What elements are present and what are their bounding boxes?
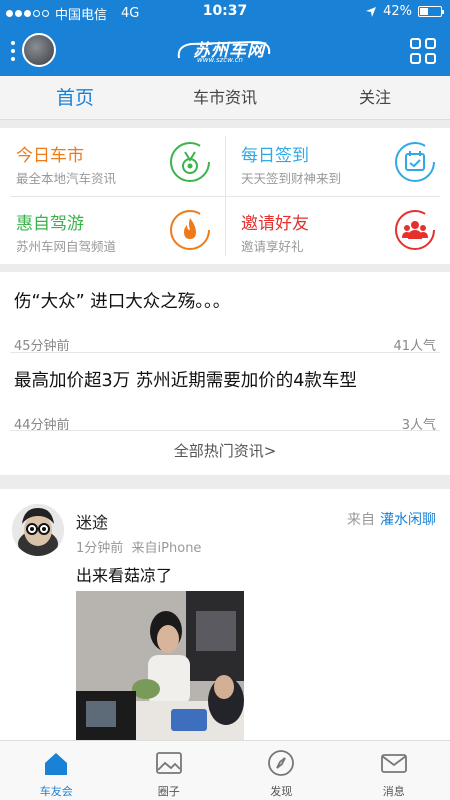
envelope-icon [380, 754, 407, 773]
all-news-link[interactable]: 全部热门资讯> [0, 440, 450, 461]
image-icon [155, 752, 182, 774]
grid-menu-icon[interactable] [410, 38, 436, 64]
post-photo[interactable] [76, 591, 244, 749]
quick-title: 邀请好友 [241, 214, 309, 234]
flame-icon [170, 210, 210, 250]
post-source: 来自 灌水闲聊 [347, 509, 436, 529]
battery-icon [418, 6, 444, 17]
status-bar: 中国电信 4G 10:37 42% [0, 0, 450, 24]
hot-news: 伤“大众” 进口大众之殇。。。 45分钟前 41人气 最高加价超3万 苏州近期需… [0, 272, 450, 475]
tab-follow[interactable]: 关注 [300, 76, 450, 119]
quick-title: 惠自驾游 [16, 214, 84, 234]
news-title: 伤“大众” 进口大众之殇。。。 [14, 292, 231, 312]
tab-car-club[interactable]: 车友会 [0, 741, 113, 800]
quick-today-market[interactable]: 今日车市 最全本地汽车资讯 [0, 128, 225, 196]
tab-label: 车友会 [39, 785, 73, 798]
quick-links: 今日车市 最全本地汽车资讯 每日签到 天天签到财神来到 惠自驾游 苏州车网自驾频… [0, 128, 450, 264]
quick-subtitle: 邀请享好礼 [241, 239, 304, 254]
app-logo: 苏州车网 www.szcw.cn [175, 34, 275, 68]
divider [10, 430, 440, 431]
forum-post[interactable]: 迷途 来自 灌水闲聊 1分钟前 来自iPhone 出来看菇凉了 [0, 489, 450, 749]
medal-icon [170, 142, 210, 182]
location-arrow-icon [366, 6, 377, 17]
quick-subtitle: 苏州车网自驾频道 [16, 239, 117, 254]
top-tabs: 首页 车市资讯 关注 [0, 76, 450, 120]
calendar-check-icon [395, 142, 435, 182]
quick-subtitle: 天天签到财神来到 [241, 171, 342, 186]
bottom-tab-bar: 车友会 圈子 发现 消息 [0, 740, 450, 800]
divider [10, 352, 440, 353]
people-icon [395, 210, 435, 250]
news-item[interactable]: 伤“大众” 进口大众之殇。。。 45分钟前 41人气 [14, 288, 436, 354]
user-avatar[interactable] [22, 33, 56, 67]
tab-car-news[interactable]: 车市资讯 [150, 76, 300, 119]
news-item[interactable]: 最高加价超3万 苏州近期需要加价的4款车型 44分钟前 3人气 [14, 367, 436, 433]
quick-title: 每日签到 [241, 146, 309, 166]
battery-percent: 42% [383, 4, 412, 19]
tab-label: 圈子 [157, 785, 180, 798]
quick-title: 今日车市 [16, 146, 84, 166]
home-icon [45, 753, 68, 775]
tab-messages[interactable]: 消息 [338, 741, 450, 800]
quick-subtitle: 最全本地汽车资讯 [16, 171, 117, 186]
quick-daily-checkin[interactable]: 每日签到 天天签到财神来到 [225, 128, 450, 196]
tab-discover[interactable]: 发现 [225, 741, 338, 800]
compass-icon [268, 750, 295, 776]
quick-invite-friends[interactable]: 邀请好友 邀请享好礼 [225, 196, 450, 264]
author-name[interactable]: 迷途 [76, 509, 108, 533]
news-title: 最高加价超3万 苏州近期需要加价的4款车型 [14, 371, 357, 391]
tab-label: 发现 [270, 785, 293, 798]
tab-home[interactable]: 首页 [0, 76, 150, 119]
from-label: 来自 [347, 512, 375, 528]
nav-bar: 苏州车网 www.szcw.cn [0, 24, 450, 76]
tab-label: 消息 [382, 785, 405, 798]
logo-url: www.szcw.cn [197, 56, 243, 64]
post-time: 1分钟前 [76, 541, 124, 556]
quick-self-drive[interactable]: 惠自驾游 苏州车网自驾频道 [0, 196, 225, 264]
post-text: 出来看菇凉了 [76, 566, 173, 585]
divider [10, 196, 440, 197]
forum-link[interactable]: 灌水闲聊 [380, 512, 436, 528]
tab-circles[interactable]: 圈子 [113, 741, 226, 800]
post-device: 来自iPhone [131, 541, 202, 556]
author-avatar[interactable] [12, 504, 64, 556]
post-meta: 1分钟前 来自iPhone [76, 537, 201, 556]
more-menu-icon[interactable] [11, 41, 15, 61]
